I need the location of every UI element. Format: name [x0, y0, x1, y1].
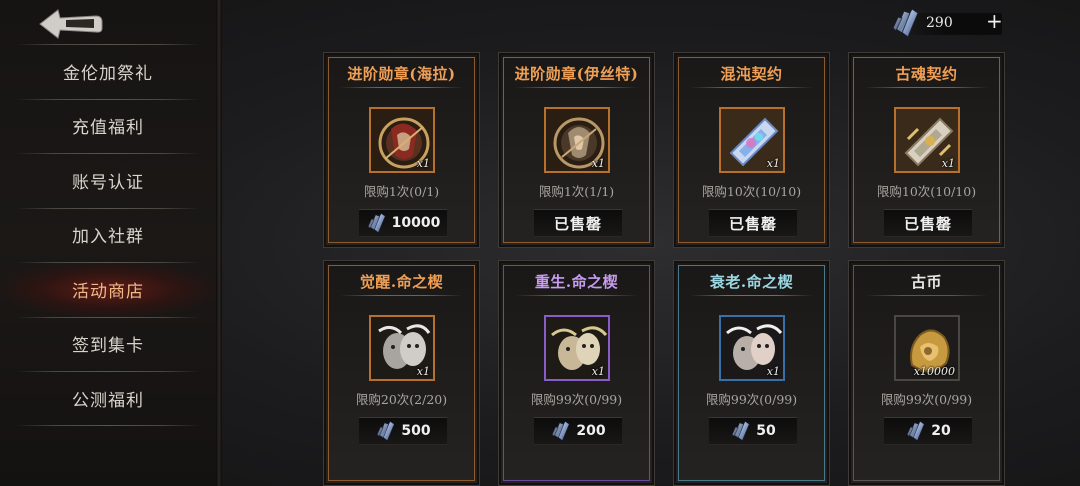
- price: 200: [576, 423, 606, 439]
- shop-card-decay-wedge: 衰老.命之楔 x1 限购99次(0/99) 50: [673, 260, 830, 486]
- buy-button[interactable]: 200: [534, 417, 622, 445]
- currency-display: 290 +: [890, 6, 1010, 36]
- divider: [340, 295, 463, 296]
- item-quantity: x1: [591, 365, 605, 378]
- price: 50: [756, 423, 776, 439]
- card-title: 古魂契约: [895, 65, 958, 83]
- sidebar-item-event-shop[interactable]: 活动商店: [0, 262, 216, 317]
- divider: [340, 87, 463, 88]
- sidebar-item-label: 充值福利: [72, 118, 144, 139]
- card-title: 进阶勋章(海拉): [347, 65, 456, 83]
- purchase-limit: 限购99次(0/99): [880, 392, 973, 407]
- buy-button[interactable]: 10000: [359, 209, 447, 237]
- divider: [515, 295, 638, 296]
- item-quantity: x1: [416, 365, 430, 378]
- crystal-currency-icon: [375, 420, 397, 442]
- sidebar-menu: 金伦加祭礼 充值福利 账号认证 加入社群 活动商店 签到集卡 公测福利: [0, 44, 216, 426]
- crystal-currency-icon: [550, 420, 572, 442]
- sidebar-item-label: 公测福利: [72, 390, 144, 411]
- sidebar-item-label: 活动商店: [72, 281, 144, 302]
- sidebar-item-label: 账号认证: [72, 172, 144, 193]
- item-slot[interactable]: x1: [369, 107, 435, 173]
- purchase-limit: 限购99次(0/99): [530, 392, 623, 407]
- add-currency-button[interactable]: +: [986, 11, 1003, 31]
- sold-out-label: 已售罄: [553, 214, 602, 233]
- item-slot[interactable]: x1: [544, 315, 610, 381]
- currency-amount: 290: [926, 15, 953, 31]
- price: 10000: [391, 215, 441, 231]
- item-quantity: x10000: [913, 365, 955, 378]
- item-slot[interactable]: x1: [719, 315, 785, 381]
- purchase-limit: 限购10次(10/10): [701, 184, 802, 199]
- buy-button[interactable]: 20: [884, 417, 972, 445]
- price: 500: [401, 423, 431, 439]
- item-slot[interactable]: x1: [894, 107, 960, 173]
- item-slot[interactable]: x1: [544, 107, 610, 173]
- purchase-limit: 限购1次(1/1): [538, 184, 615, 199]
- card-title: 重生.命之楔: [534, 273, 619, 291]
- shop-card-isther-medal: 进阶勋章(伊丝特) x1 限购1次(1/1) 已售罄: [498, 52, 655, 248]
- purchase-limit: 限购1次(0/1): [363, 184, 440, 199]
- sidebar: 金伦加祭礼 充值福利 账号认证 加入社群 活动商店 签到集卡 公测福利: [0, 0, 222, 486]
- card-title: 进阶勋章(伊丝特): [514, 65, 639, 83]
- crystal-currency-icon: [730, 420, 752, 442]
- shop-card-rebirth-wedge: 重生.命之楔 x1 限购99次(0/99) 200: [498, 260, 655, 486]
- crystal-currency-icon: [905, 420, 927, 442]
- divider: [690, 87, 813, 88]
- divider: [515, 87, 638, 88]
- crystal-currency-icon: [890, 6, 922, 40]
- item-slot[interactable]: x10000: [894, 315, 960, 381]
- item-slot[interactable]: x1: [369, 315, 435, 381]
- item-quantity: x1: [941, 157, 955, 170]
- shop-card-ancient-soul-pact: 古魂契约 x1 限购10次(10/10) 已售罄: [848, 52, 1005, 248]
- sold-out-button: 已售罄: [534, 209, 622, 237]
- card-title: 衰老.命之楔: [709, 273, 794, 291]
- shop-card-awakening-wedge: 觉醒.命之楔 x1 限购20次(2/20) 500: [323, 260, 480, 486]
- sold-out-label: 已售罄: [903, 214, 952, 233]
- sidebar-item-join-community[interactable]: 加入社群: [0, 207, 216, 263]
- sidebar-item-label: 金伦加祭礼: [63, 63, 153, 84]
- purchase-limit: 限购99次(0/99): [705, 392, 798, 407]
- card-title: 古币: [910, 273, 942, 291]
- sidebar-item-checkin-cards[interactable]: 签到集卡: [0, 316, 216, 372]
- divider: [865, 295, 988, 296]
- buy-button[interactable]: 50: [709, 417, 797, 445]
- back-arrow-icon[interactable]: [36, 6, 106, 42]
- sidebar-item-label: 签到集卡: [72, 336, 144, 357]
- sidebar-item-account-verify[interactable]: 账号认证: [0, 153, 216, 208]
- sidebar-item-beta-benefits[interactable]: 公测福利: [0, 371, 216, 426]
- sidebar-item-recharge-benefits[interactable]: 充值福利: [0, 98, 216, 154]
- item-quantity: x1: [766, 365, 780, 378]
- sold-out-label: 已售罄: [728, 214, 777, 233]
- sold-out-button: 已售罄: [709, 209, 797, 237]
- item-quantity: x1: [766, 157, 780, 170]
- sidebar-item-label: 加入社群: [72, 227, 144, 248]
- purchase-limit: 限购20次(2/20): [355, 392, 448, 407]
- price: 20: [931, 423, 951, 439]
- sidebar-item-golden-ceremony[interactable]: 金伦加祭礼: [0, 44, 216, 99]
- divider: [690, 295, 813, 296]
- sold-out-button: 已售罄: [884, 209, 972, 237]
- item-slot[interactable]: x1: [719, 107, 785, 173]
- buy-button[interactable]: 500: [359, 417, 447, 445]
- item-quantity: x1: [416, 157, 430, 170]
- purchase-limit: 限购10次(10/10): [876, 184, 977, 199]
- card-title: 混沌契约: [720, 65, 783, 83]
- item-quantity: x1: [591, 157, 605, 170]
- shop-card-hela-medal: 进阶勋章(海拉) x1 限购1次(0/1) 10000: [323, 52, 480, 248]
- shop-card-ancient-coin: 古币 x10000 限购99次(0/99) 20: [848, 260, 1005, 486]
- crystal-currency-icon: [366, 212, 388, 234]
- shop-card-chaos-pact: 混沌契约 x1 限购10次(10/10) 已售罄: [673, 52, 830, 248]
- card-title: 觉醒.命之楔: [359, 273, 444, 291]
- divider: [865, 87, 988, 88]
